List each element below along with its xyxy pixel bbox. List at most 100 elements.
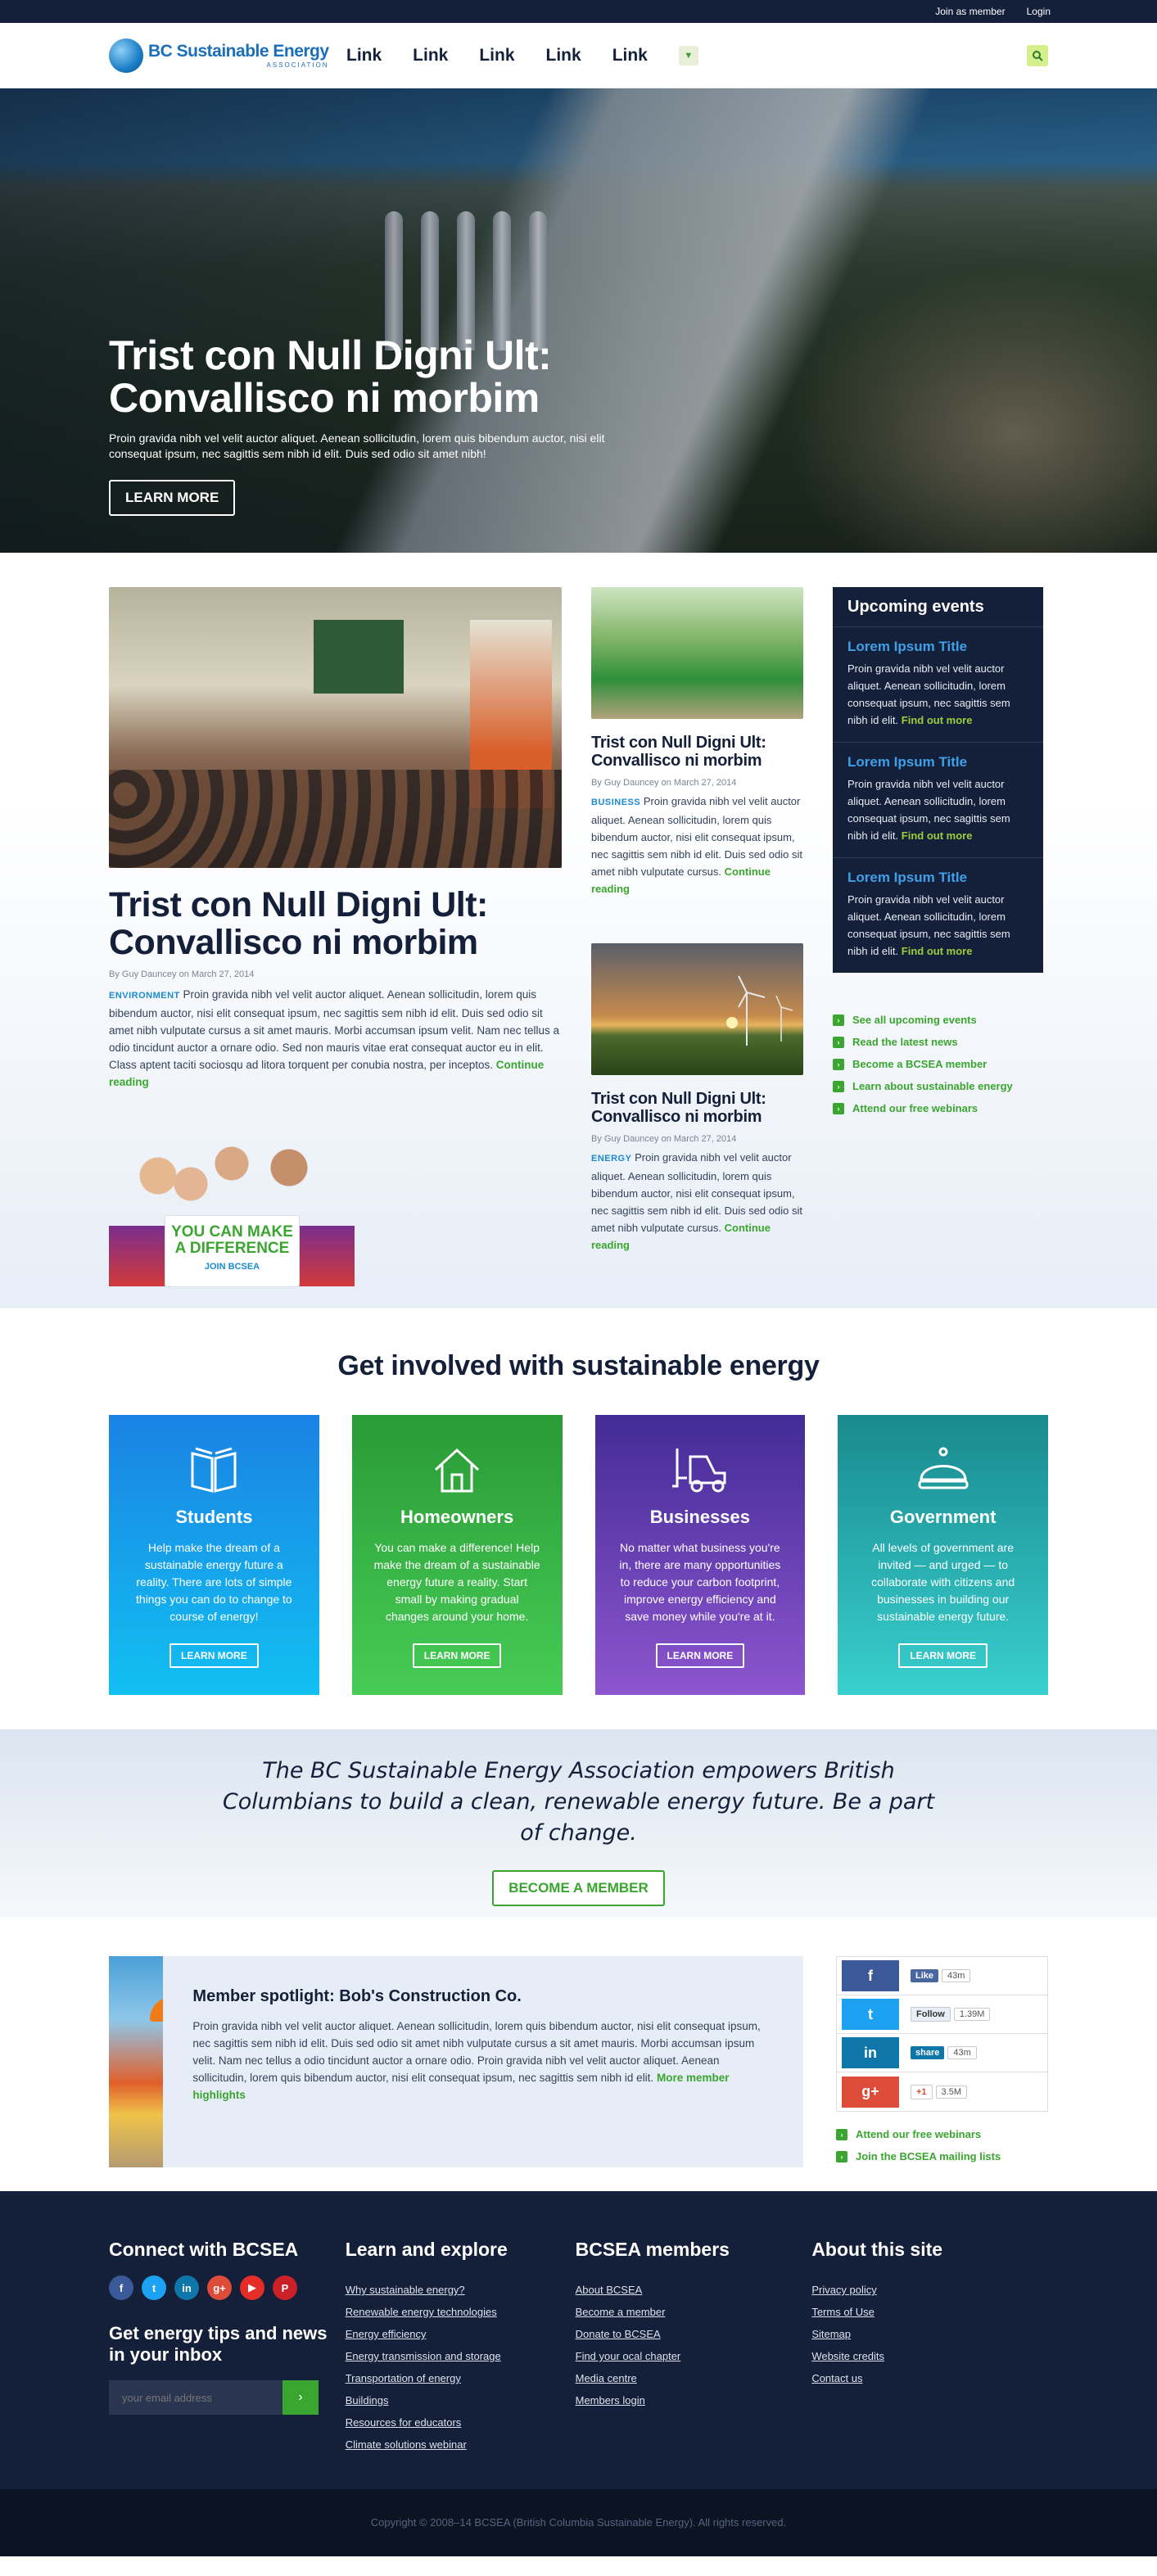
footer-link[interactable]: Energy efficiency (346, 2328, 427, 2340)
category-label[interactable]: ENERGY (591, 1154, 631, 1164)
linkedin-icon[interactable]: in (174, 2275, 199, 2300)
nav-link-4[interactable]: Link (546, 46, 581, 66)
quick-link[interactable]: › Attend our free webinars (836, 2123, 1048, 2145)
footer-link[interactable]: Contact us (811, 2372, 862, 2384)
footer-link[interactable]: Members login (576, 2394, 645, 2407)
spotlight-title[interactable]: Member spotlight: Bob's Construction Co. (192, 1987, 774, 2006)
crown-icon (859, 1441, 1027, 1498)
logo[interactable]: BC Sustainable Energy ASSOCIATION (109, 38, 346, 73)
google-plus-one-button[interactable]: +1 (911, 2084, 933, 2099)
promo-join: JOIN BCSEA (204, 1262, 260, 1272)
upcoming-events-panel: Upcoming events Lorem Ipsum Title Proin … (833, 587, 1043, 973)
become-member-button[interactable]: BECOME A MEMBER (492, 1870, 665, 1906)
event-title[interactable]: Lorem Ipsum Title (847, 754, 1028, 771)
feature-photo[interactable] (109, 587, 562, 868)
facebook-row: f Like 43m (837, 1957, 1047, 1995)
site-header: BC Sustainable Energy ASSOCIATION Link L… (0, 23, 1157, 88)
find-out-more-link[interactable]: Find out more (902, 714, 973, 726)
nav-link-3[interactable]: Link (479, 46, 514, 66)
quick-link[interactable]: › Attend our free webinars (833, 1097, 1043, 1119)
quick-link[interactable]: › Read the latest news (833, 1031, 1043, 1053)
footer-link[interactable]: Become a member (576, 2306, 666, 2318)
article-photo[interactable] (591, 943, 803, 1075)
event-title[interactable]: Lorem Ipsum Title (847, 639, 1028, 655)
article-title[interactable]: Trist con Null Digni Ult: Convallisco ni… (591, 734, 803, 770)
article-title[interactable]: Trist con Null Digni Ult: Convallisco ni… (591, 1090, 803, 1126)
event-item: Lorem Ipsum Title Proin gravida nibh vel… (833, 627, 1043, 743)
footer-social-icons: f t in g+ ▶ P (109, 2275, 346, 2300)
chevron-right-icon: › (833, 1102, 844, 1114)
category-label[interactable]: BUSINESS (591, 798, 640, 807)
footer-link[interactable]: Privacy policy (811, 2284, 876, 2296)
social-links: › Attend our free webinars › Join the BCSE… (836, 2123, 1048, 2167)
pinterest-icon[interactable]: P (273, 2275, 297, 2300)
footer-link[interactable]: Donate to BCSEA (576, 2328, 661, 2340)
footer-link[interactable]: Website credits (811, 2350, 884, 2362)
linkedin-share-button[interactable]: share (911, 2046, 945, 2059)
twitter-follow-button[interactable]: Follow (911, 2007, 951, 2022)
chevron-down-icon[interactable]: ▼ (678, 45, 698, 66)
spotlight-photo[interactable] (109, 1956, 164, 2167)
footer-connect: Connect with BCSEA f t in g+ ▶ P Get ene… (109, 2239, 346, 2489)
find-out-more-link[interactable]: Find out more (902, 829, 973, 842)
twitter-icon[interactable]: t (142, 2275, 166, 2300)
quick-link[interactable]: › See all upcoming events (833, 1009, 1043, 1031)
linkedin-row: in share 43m (837, 2034, 1047, 2072)
footer-link[interactable]: Transportation of energy (346, 2372, 461, 2384)
linkedin-icon[interactable]: in (842, 2037, 899, 2068)
hero-banner: Trist con Null Digni Ult: Convallisco ni… (0, 88, 1157, 553)
twitter-icon[interactable]: t (842, 1999, 899, 2030)
quick-link[interactable]: › Become a BCSEA member (833, 1053, 1043, 1075)
card-title: Students (175, 1507, 253, 1527)
quick-link[interactable]: › Learn about sustainable energy (833, 1075, 1043, 1097)
join-promo-image[interactable]: YOU CAN MAKE A DIFFERENCE JOIN BCSEA (109, 1135, 355, 1287)
email-input[interactable] (109, 2380, 282, 2415)
facebook-icon[interactable]: f (842, 1960, 899, 1991)
footer-link[interactable]: Buildings (346, 2394, 389, 2407)
footer-link[interactable]: Media centre (576, 2372, 637, 2384)
footer-link[interactable]: Why sustainable energy? (346, 2284, 465, 2296)
login-link[interactable]: Login (1027, 6, 1051, 17)
chevron-right-icon: › (833, 1080, 844, 1092)
logo-globe-icon (109, 38, 143, 73)
article-photo[interactable] (591, 587, 803, 719)
government-card: Government All levels of government are … (838, 1415, 1048, 1695)
subscribe-button[interactable]: › (282, 2380, 319, 2415)
card-body: No matter what business you're in, there… (619, 1541, 781, 1623)
category-label[interactable]: ENVIRONMENT (109, 991, 180, 1001)
join-member-link[interactable]: Join as member (935, 6, 1005, 17)
facebook-icon[interactable]: f (109, 2275, 133, 2300)
google-plus-icon[interactable]: g+ (842, 2076, 899, 2108)
footer-link[interactable]: Climate solutions webinar (346, 2438, 467, 2451)
footer-link[interactable]: Resources for educators (346, 2416, 462, 2429)
nav-link-1[interactable]: Link (346, 46, 382, 66)
find-out-more-link[interactable]: Find out more (902, 945, 973, 957)
facebook-like-button[interactable]: Like (911, 1969, 939, 1982)
event-title[interactable]: Lorem Ipsum Title (847, 870, 1028, 886)
search-icon[interactable] (1027, 44, 1048, 66)
footer-link[interactable]: Sitemap (811, 2328, 851, 2340)
footer-title: Connect with BCSEA (109, 2239, 299, 2260)
hero-learn-more-button[interactable]: LEARN MORE (109, 480, 236, 516)
google-plus-row: g+ +1 3.5M (837, 2072, 1047, 2111)
footer-link[interactable]: About BCSEA (576, 2284, 643, 2296)
house-icon (373, 1441, 541, 1498)
youtube-icon[interactable]: ▶ (240, 2275, 264, 2300)
nav-link-5[interactable]: Link (612, 46, 648, 66)
footer-link[interactable]: Find your ocal chapter (576, 2350, 681, 2362)
learn-more-button[interactable]: LEARN MORE (655, 1643, 745, 1668)
learn-more-button[interactable]: LEARN MORE (412, 1643, 502, 1668)
google-plus-icon[interactable]: g+ (207, 2275, 232, 2300)
main-nav: Link Link Link Link Link ▼ (346, 45, 1027, 66)
footer-link[interactable]: Renewable energy technologies (346, 2306, 497, 2318)
footer-link[interactable]: Terms of Use (811, 2306, 875, 2318)
quick-link[interactable]: › Join the BCSEA mailing lists (836, 2145, 1048, 2167)
learn-more-button[interactable]: LEARN MORE (169, 1643, 259, 1668)
footer-about: About this site Privacy policy Terms of … (811, 2239, 1048, 2489)
feature-title[interactable]: Trist con Null Digni Ult: Convallisco ni… (109, 886, 562, 961)
footer-link[interactable]: Energy transmission and storage (346, 2350, 501, 2362)
learn-more-button[interactable]: LEARN MORE (898, 1643, 988, 1668)
nav-link-2[interactable]: Link (413, 46, 448, 66)
promo-headline: YOU CAN MAKE A DIFFERENCE (171, 1223, 293, 1257)
quick-links: › See all upcoming events › Read the lates… (833, 1009, 1043, 1119)
